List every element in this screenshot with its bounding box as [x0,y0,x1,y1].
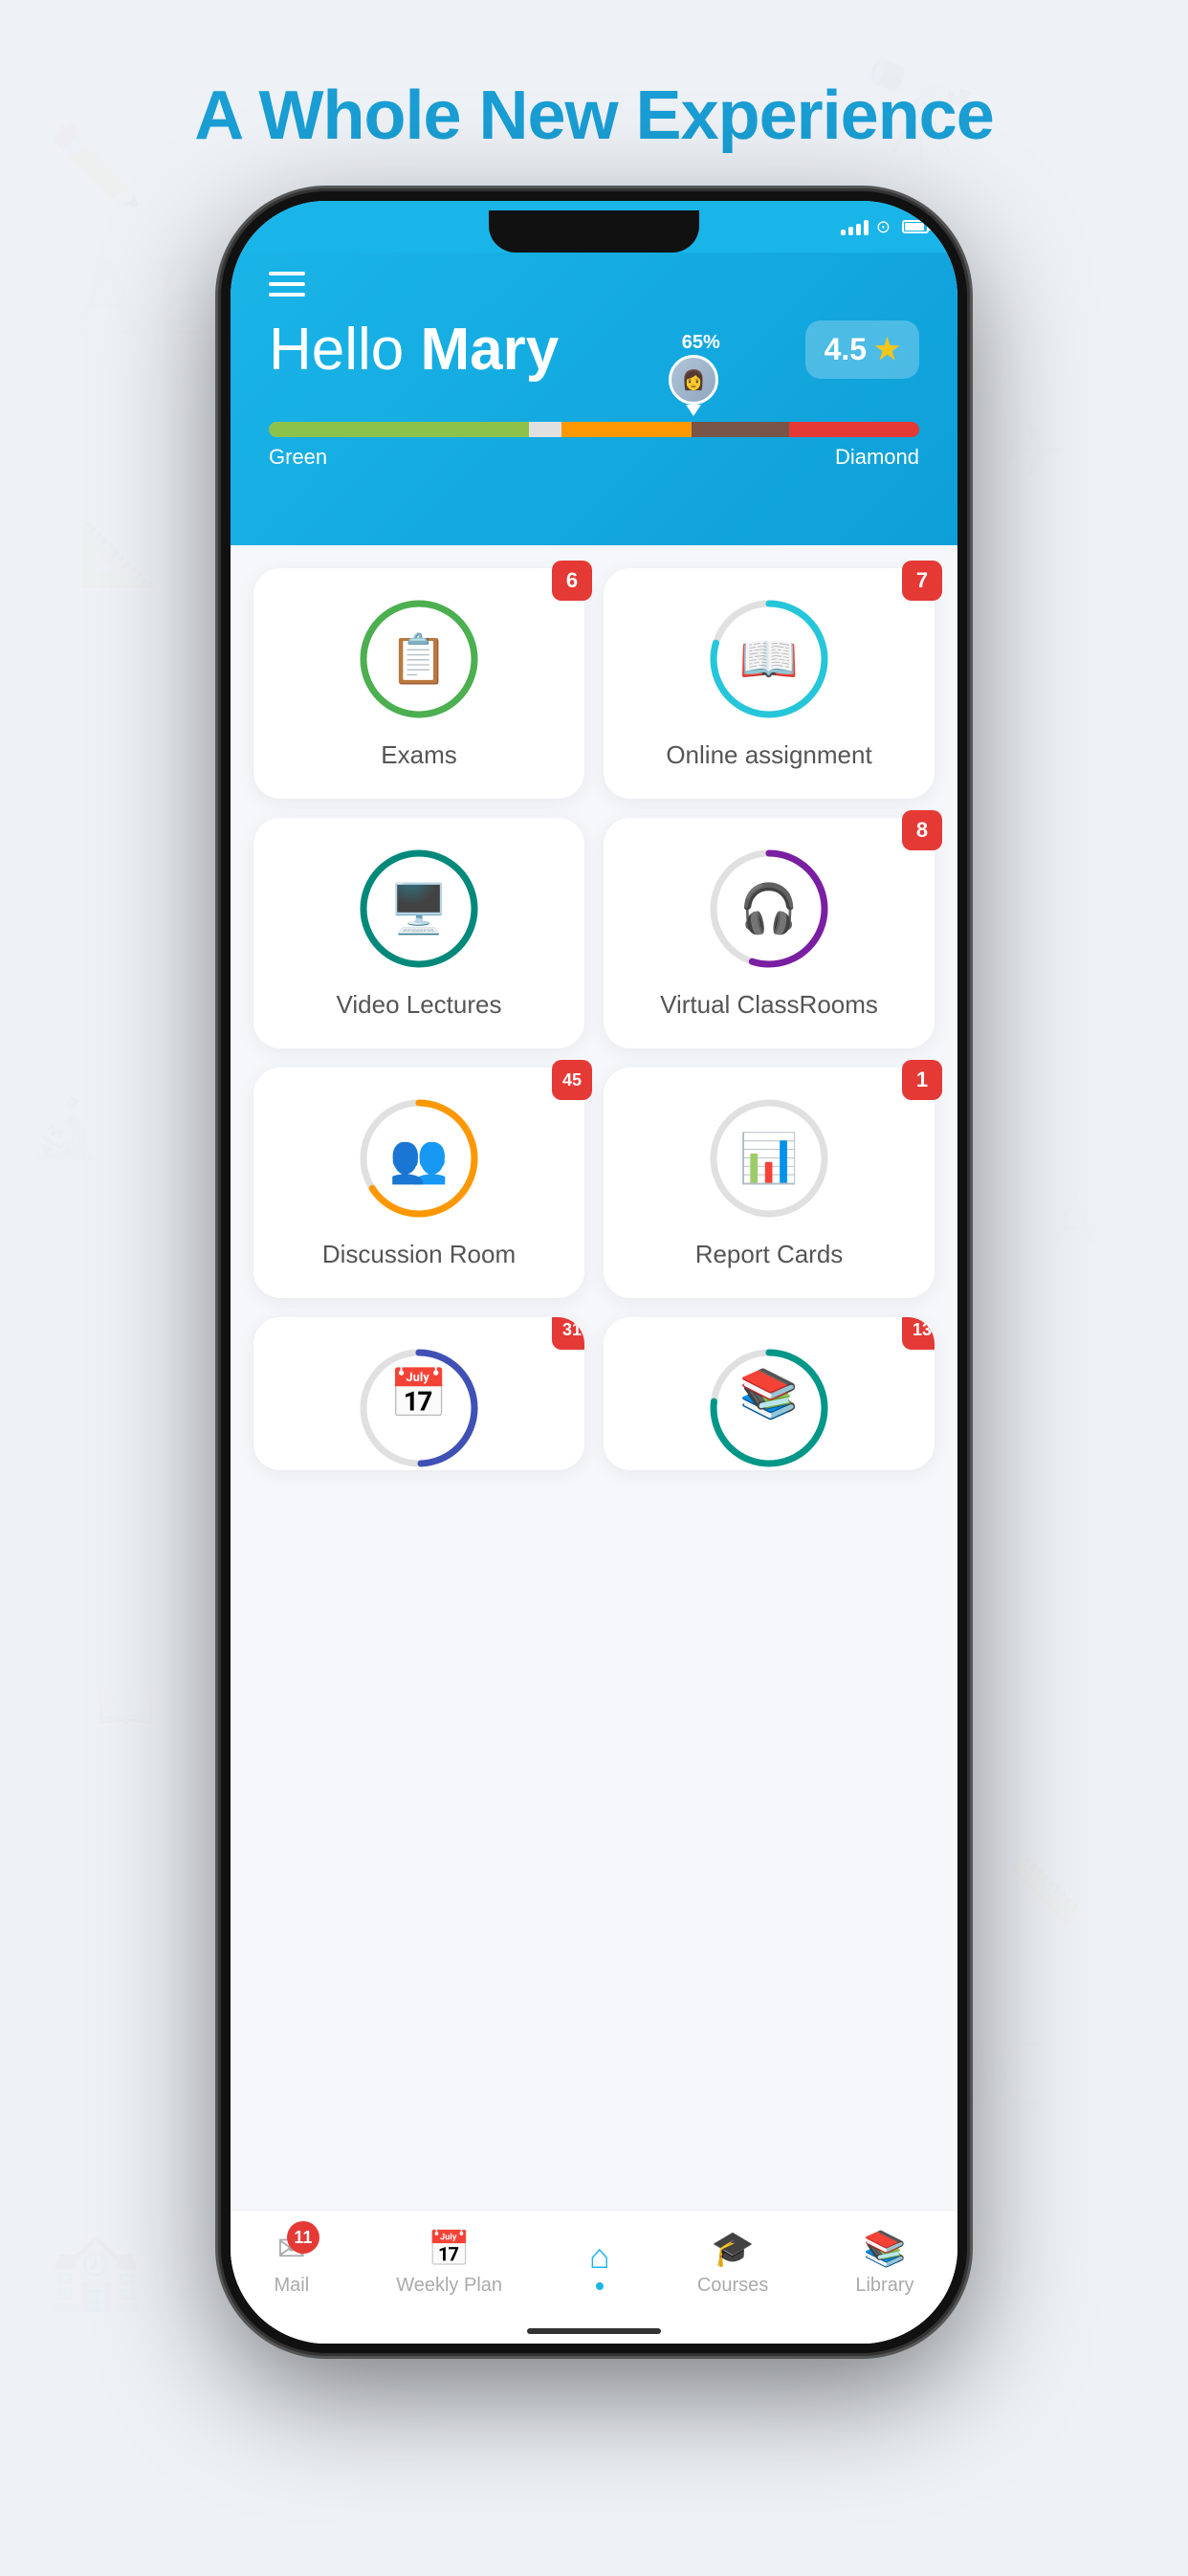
progress-section: 65% 👩 Green Diamond [231,384,957,489]
icon-discussion-room: 👥 [357,1096,481,1221]
nav-home[interactable]: ⌂ [589,2236,610,2290]
rating-badge: 4.5 ★ [805,320,919,379]
label-online-assignment: Online assignment [666,740,871,770]
signal-bars-icon [841,218,869,235]
mail-badge: 11 [287,2221,319,2254]
courses-label: Courses [697,2275,768,2297]
level-end-label: Diamond [835,445,919,470]
greeting-normal: Hello [269,317,421,383]
icon-virtual-classrooms: 🎧 [707,847,831,971]
card-video-lectures[interactable]: 🖥️ Video Lectures [253,818,584,1048]
icon-exams: 📋 [357,597,481,721]
wifi-icon: ⊙ [876,217,891,237]
notch [489,210,699,253]
courses-icon: 🎓 [712,2229,755,2269]
svg-text:📖: 📖 [96,1679,155,1732]
progress-orange [561,422,692,437]
nav-courses[interactable]: 🎓 Courses [697,2229,768,2297]
star-icon: ★ [874,333,900,366]
home-icon: ⌂ [589,2236,610,2277]
page-title: A Whole New Experience [0,77,1188,155]
progress-percent: 65% [682,332,720,354]
library-icon: 📚 [864,2229,907,2269]
badge-virtual-classrooms: 8 [902,810,942,850]
phone-frame: ⊙ Hello Mary 4.5 ★ [221,191,967,2353]
badge-discussion-room: 45 [552,1060,592,1100]
svg-text:🔬: 🔬 [29,1093,100,1161]
bottom-nav: ✉ 11 Mail 📅 Weekly Plan ⌂ 🎓 Courses 📚 Li… [231,2210,957,2344]
rating-value: 4.5 [825,332,867,367]
card-discussion-room[interactable]: 45 👥 Discussion Room [253,1068,584,1298]
main-content: 6 📋 Exams 7 [231,545,957,2344]
status-icons: ⊙ [841,217,929,237]
avatar-pointer [686,405,701,416]
cards-grid: 6 📋 Exams 7 [253,568,935,1470]
home-dot [596,2282,604,2290]
svg-text:📏: 📏 [1004,1852,1088,1928]
nav-weekly-plan[interactable]: 📅 Weekly Plan [396,2229,502,2297]
card-online-assignment[interactable]: 7 📖 Online assignment [604,568,935,799]
badge-report-cards: 1 [902,1060,942,1100]
progress-green [269,422,529,437]
nav-library[interactable]: 📚 Library [855,2229,913,2297]
icon-video-lectures: 🖥️ [357,847,481,971]
battery-icon [902,220,929,233]
card-item7[interactable]: 31 📅 [253,1317,584,1470]
mail-label: Mail [275,2275,310,2297]
badge-online-assignment: 7 [902,561,942,601]
library-label: Library [855,2275,913,2297]
icon-report-cards: 📊 [707,1096,831,1221]
label-video-lectures: Video Lectures [337,990,502,1020]
header: Hello Mary 4.5 ★ 65% 👩 [231,201,957,545]
greeting-text: Hello Mary [269,316,559,384]
progress-red [789,422,919,437]
label-exams: Exams [381,740,456,770]
phone-screen: ⊙ Hello Mary 4.5 ★ [231,201,957,2344]
card-report-cards[interactable]: 1 📊 Report Cards [604,1068,935,1298]
progress-white [529,422,561,437]
svg-text:✈: ✈ [1004,409,1068,495]
home-indicator [527,2328,661,2334]
weekly-plan-label: Weekly Plan [396,2275,502,2297]
card-virtual-classrooms[interactable]: 8 🎧 Virtual ClassRooms [604,818,935,1048]
page-title-normal: A Whole New [194,77,635,154]
avatar: 👩 [669,355,718,405]
svg-text:🏫: 🏫 [48,2227,143,2313]
nav-mail[interactable]: ✉ 11 Mail [275,2229,310,2297]
icon-online-assignment: 📖 [707,597,831,721]
weekly-plan-icon: 📅 [428,2229,471,2269]
badge-item7: 31 [552,1317,584,1350]
svg-text:📐: 📐 [77,513,160,589]
card-exams[interactable]: 6 📋 Exams [253,568,584,799]
hamburger-menu[interactable] [269,272,919,297]
badge-item8: 13 [902,1317,935,1350]
svg-text:A: A [1052,1183,1097,1258]
page-title-bold: Experience [636,77,994,154]
label-virtual-classrooms: Virtual ClassRooms [660,990,878,1020]
card-item8[interactable]: 13 📚 [604,1317,935,1470]
level-start-label: Green [269,445,327,470]
label-report-cards: Report Cards [695,1240,844,1269]
greeting-bold: Mary [421,317,560,383]
badge-exams: 6 [552,561,592,601]
progress-bar [269,422,919,437]
icon-item8: 📚 [707,1346,831,1442]
avatar-pin: 65% 👩 [669,355,718,416]
progress-brown [692,422,789,437]
icon-item7: 📅 [357,1346,481,1442]
progress-labels: Green Diamond [269,445,919,470]
label-discussion-room: Discussion Room [322,1240,516,1269]
